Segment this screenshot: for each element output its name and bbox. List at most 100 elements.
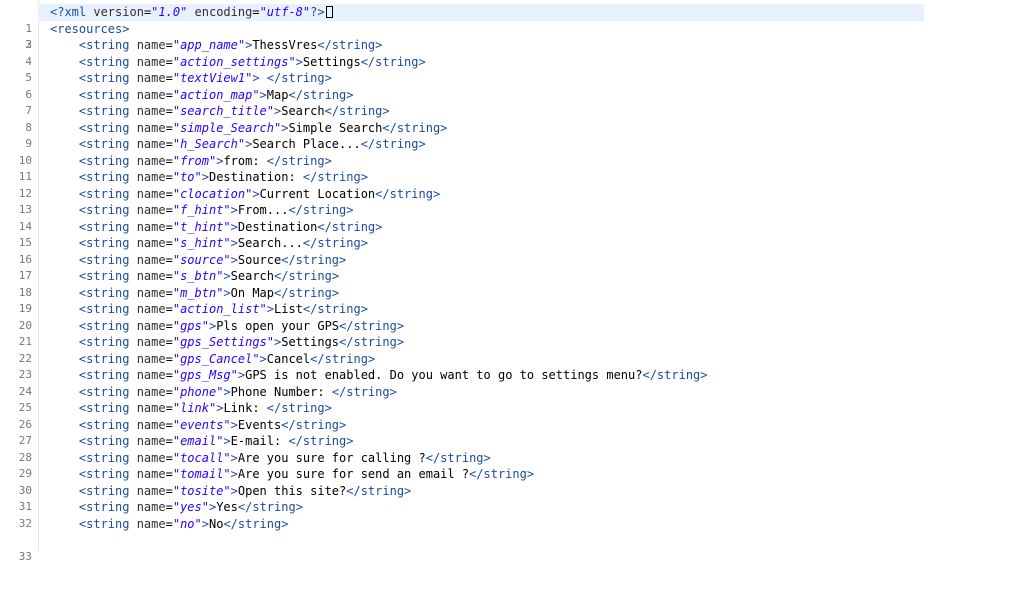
- code-line[interactable]: 20 <string name="gps">Pls open your GPS<…: [0, 318, 1018, 335]
- line-number: 3: [25, 38, 32, 51]
- string-text-value: Search...: [237, 236, 303, 250]
- code-line[interactable]: 6 <string name="action_map">Map</string>: [0, 87, 1018, 104]
- code-line[interactable]: 27 <string name="email">E-mail: </string…: [0, 433, 1018, 450]
- string-name-value: "gps_Cancel": [172, 351, 260, 366]
- code-line[interactable]: 17 <string name="s_btn">Search</string>: [0, 268, 1018, 285]
- string-entry: <string name="tosite">Open this site?</s…: [78, 483, 412, 498]
- code-line[interactable]: 31 <string name="yes">Yes</string>: [0, 499, 1018, 516]
- string-name-attr: name: [136, 335, 166, 349]
- code-line[interactable]: 11 <string name="to">Destination: </stri…: [0, 169, 1018, 186]
- code-line[interactable]: 4 <string name="action_settings">Setting…: [0, 54, 1018, 71]
- string-open-tag: <string: [78, 335, 137, 349]
- string-close-tag: </string>: [302, 170, 368, 184]
- string-close-tag: </string>: [360, 137, 426, 151]
- code-line[interactable]: 33: [0, 532, 1018, 563]
- string-close-tag: </string>: [266, 153, 332, 168]
- string-close-tag: </string>: [642, 368, 708, 382]
- string-name-value: "gps": [172, 318, 209, 333]
- line-number: 7: [25, 104, 32, 117]
- string-open-tag: <string: [78, 417, 137, 432]
- code-line[interactable]: 12 <string name="clocation">Current Loca…: [0, 186, 1018, 203]
- string-open-tag-close: >: [223, 434, 231, 448]
- code-line[interactable]: 25 <string name="link">Link: </string>: [0, 400, 1018, 417]
- code-line[interactable]: 13 <string name="f_hint">From...</string…: [0, 202, 1018, 219]
- xml-declaration: <?xml version="1.0" encoding="utf-8"?>: [50, 4, 333, 21]
- string-text-value: Settings: [302, 54, 361, 69]
- line-number: 10: [18, 153, 32, 167]
- string-name-value: "from": [172, 153, 217, 168]
- string-name-value: "s_btn": [172, 269, 224, 283]
- line-number: 14: [18, 219, 32, 233]
- line-number: 4: [25, 54, 32, 68]
- line-number: 6: [25, 87, 32, 101]
- xml-decl-open: <?xml: [50, 5, 94, 19]
- string-close-tag: </string>: [469, 467, 535, 481]
- string-name-attr: name: [136, 104, 166, 118]
- line-number: 24: [18, 384, 32, 398]
- line-number: 28: [18, 450, 32, 464]
- string-open-tag: <string: [78, 500, 137, 514]
- string-name-attr: name: [136, 137, 166, 151]
- string-entry: <string name="app_name">ThessVres</strin…: [78, 38, 383, 52]
- code-line[interactable]: 7 <string name="search_title">Search</st…: [0, 103, 1018, 120]
- code-line[interactable]: 15 <string name="s_hint">Search...</stri…: [0, 235, 1018, 252]
- string-text-value: Open this site?: [237, 483, 347, 498]
- string-open-tag: <string: [78, 483, 137, 498]
- code-line[interactable]: 30 <string name="tosite">Open this site?…: [0, 483, 1018, 500]
- string-open-tag: <string: [78, 351, 137, 366]
- line-number: 13: [18, 203, 32, 216]
- string-open-tag-close: >: [266, 302, 274, 316]
- code-line[interactable]: 18 <string name="m_btn">On Map</string>: [0, 285, 1018, 302]
- string-name-attr: name: [136, 401, 166, 415]
- code-line[interactable]: 3 <string name="app_name">ThessVres</str…: [0, 37, 1018, 54]
- string-close-tag: </string>: [375, 186, 441, 201]
- code-line[interactable]: 14 <string name="t_hint">Destination</st…: [0, 219, 1018, 236]
- code-line[interactable]: 1 <?xml version="1.0" encoding="utf-8"?>: [0, 4, 1018, 35]
- string-text-value: Destination: [237, 219, 318, 234]
- string-name-attr: name: [136, 285, 166, 300]
- code-line[interactable]: 29 <string name="tomail">Are you sure fo…: [0, 466, 1018, 483]
- string-name-attr: name: [136, 318, 166, 333]
- string-open-tag-close: >: [230, 450, 238, 465]
- code-line[interactable]: 16 <string name="source">Source</string>: [0, 252, 1018, 269]
- string-text-value: On Map: [230, 285, 275, 300]
- line-number: 25: [18, 401, 32, 414]
- string-close-tag: </string>: [382, 120, 448, 135]
- string-entry: <string name="phone">Phone Number: </str…: [78, 384, 397, 399]
- code-line[interactable]: 24 <string name="phone">Phone Number: </…: [0, 384, 1018, 401]
- code-line[interactable]: 8 <string name="simple_Search">Simple Se…: [0, 120, 1018, 137]
- code-line[interactable]: 28 <string name="tocall">Are you sure fo…: [0, 450, 1018, 467]
- string-entry: <string name="link">Link: </string>: [78, 401, 332, 415]
- code-line[interactable]: 19 <string name="action_list">List</stri…: [0, 301, 1018, 318]
- string-name-value: "action_map": [172, 87, 260, 102]
- code-line[interactable]: 10 <string name="from">from: </string>: [0, 153, 1018, 170]
- code-line[interactable]: 5 <string name="textView1"> </string>: [0, 70, 1018, 87]
- code-line[interactable]: 26 <string name="events">Events</string>: [0, 417, 1018, 434]
- string-entry: <string name="from">from: </string>: [78, 153, 332, 168]
- string-open-tag-close: >: [230, 219, 238, 234]
- code-lines[interactable]: 1 <?xml version="1.0" encoding="utf-8"?>…: [0, 4, 1018, 563]
- string-name-value: "clocation": [172, 186, 253, 201]
- code-line[interactable]: 21 <string name="gps_Settings">Settings<…: [0, 334, 1018, 351]
- string-close-tag: </string>: [223, 516, 289, 531]
- string-name-value: "search_title": [172, 104, 274, 118]
- string-text-value: Search: [281, 104, 325, 118]
- string-open-tag-close: >: [223, 269, 231, 283]
- string-name-attr: name: [136, 302, 166, 316]
- string-close-tag: </string>: [360, 54, 426, 69]
- code-line[interactable]: 32 <string name="no">No</string>: [0, 516, 1018, 533]
- string-open-tag: <string: [78, 219, 137, 234]
- string-name-attr: name: [136, 500, 166, 514]
- string-text-value: GPS is not enabled. Do you want to go to…: [245, 368, 643, 382]
- string-name-value: "t_hint": [172, 219, 231, 234]
- string-name-attr: name: [136, 516, 166, 531]
- code-line[interactable]: 22 <string name="gps_Cancel">Cancel</str…: [0, 351, 1018, 368]
- string-open-tag: <string: [78, 137, 137, 151]
- code-line[interactable]: 9 <string name="h_Search">Search Place..…: [0, 136, 1018, 153]
- code-line[interactable]: 2 <resources>: [0, 21, 1018, 52]
- string-open-tag: <string: [78, 120, 137, 135]
- line-number: 19: [18, 302, 32, 315]
- code-editor[interactable]: 1 <?xml version="1.0" encoding="utf-8"?>…: [0, 0, 1018, 563]
- string-open-tag: <string: [78, 450, 137, 465]
- code-line[interactable]: 23 <string name="gps_Msg">GPS is not ena…: [0, 367, 1018, 384]
